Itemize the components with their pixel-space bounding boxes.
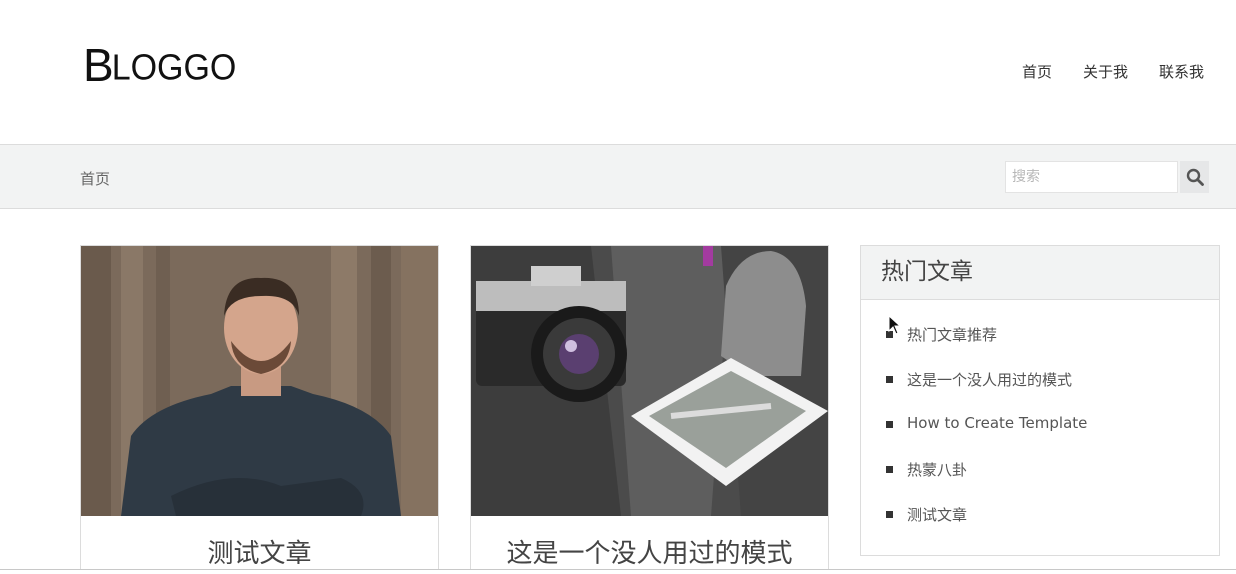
popular-posts-widget: 热门文章 热门文章推荐 这是一个没人用过的模式 How to Create Te… [860, 245, 1220, 556]
search-icon [1186, 168, 1204, 186]
bullet-icon [886, 421, 893, 428]
logo-text: LOGGO [111, 48, 237, 88]
main-nav: 首页 关于我 联系我 [1022, 61, 1204, 82]
mouse-cursor-icon [888, 315, 902, 335]
nav-contact-link[interactable]: 联系我 [1159, 61, 1204, 82]
popular-post-link[interactable]: How to Create Template [907, 414, 1087, 432]
breadcrumb[interactable]: 首页 [80, 168, 110, 189]
post-thumbnail-portrait[interactable] [81, 246, 438, 516]
search-input[interactable] [1005, 161, 1178, 193]
site-header: B LOGGO 首页 关于我 联系我 [0, 0, 1236, 144]
search-button[interactable] [1180, 161, 1209, 193]
list-item: 热蒙八卦 [886, 459, 1219, 504]
logo-initial: B [83, 39, 114, 91]
popular-post-link[interactable]: 测试文章 [907, 504, 967, 525]
list-item: How to Create Template [886, 414, 1219, 459]
bullet-icon [886, 466, 893, 473]
breadcrumb-bar: 首页 [0, 144, 1236, 209]
post-title[interactable]: 这是一个没人用过的模式 [471, 533, 828, 570]
popular-post-link[interactable]: 热蒙八卦 [907, 459, 967, 480]
search-form [1005, 161, 1209, 193]
popular-posts-list: 热门文章推荐 这是一个没人用过的模式 How to Create Templat… [861, 324, 1219, 549]
list-item: 热门文章推荐 [886, 324, 1219, 369]
list-item: 这是一个没人用过的模式 [886, 369, 1219, 414]
widget-header: 热门文章 [861, 246, 1219, 300]
widget-title: 热门文章 [881, 259, 973, 285]
popular-post-link[interactable]: 热门文章推荐 [907, 324, 997, 345]
site-logo[interactable]: B LOGGO [83, 42, 236, 88]
popular-post-link[interactable]: 这是一个没人用过的模式 [907, 369, 1072, 390]
bullet-icon [886, 376, 893, 383]
bottom-divider [0, 569, 1236, 574]
bullet-icon [886, 511, 893, 518]
post-card[interactable]: 这是一个没人用过的模式 [470, 245, 829, 574]
nav-about-link[interactable]: 关于我 [1083, 61, 1128, 82]
list-item: 测试文章 [886, 504, 1219, 549]
post-card[interactable]: 测试文章 [80, 245, 439, 574]
post-thumbnail-camera[interactable] [471, 246, 828, 516]
nav-home-link[interactable]: 首页 [1022, 61, 1052, 82]
post-title[interactable]: 测试文章 [81, 533, 438, 570]
